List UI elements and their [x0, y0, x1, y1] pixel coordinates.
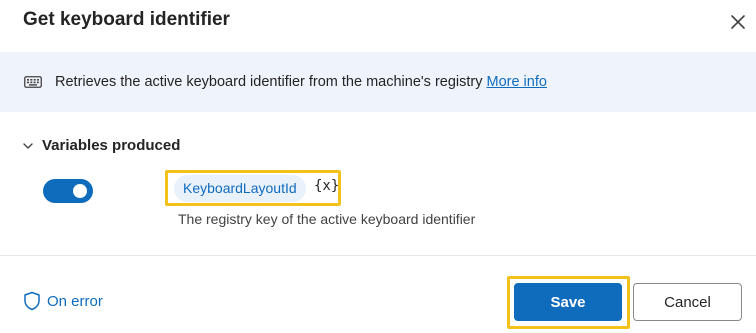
- variable-badge: {x}: [314, 178, 340, 194]
- toggle-knob: [73, 184, 87, 198]
- variable-name-pill[interactable]: KeyboardLayoutId: [174, 175, 306, 202]
- dialog-title: Get keyboard identifier: [23, 9, 230, 30]
- cancel-button[interactable]: Cancel: [633, 283, 742, 321]
- dialog: Get keyboard identifier Retrieves the ac…: [0, 0, 756, 333]
- divider: [0, 255, 756, 256]
- chevron-down-icon: [22, 140, 34, 152]
- shield-icon: [23, 291, 41, 311]
- section-label: Variables produced: [42, 137, 181, 154]
- info-text: Retrieves the active keyboard identifier…: [55, 74, 483, 90]
- save-button[interactable]: Save: [514, 283, 622, 321]
- close-icon: [731, 15, 745, 29]
- variables-section-toggle[interactable]: Variables produced: [22, 137, 180, 154]
- keyboard-icon: [24, 75, 42, 89]
- on-error-button[interactable]: On error: [23, 291, 103, 311]
- on-error-label: On error: [47, 292, 103, 310]
- variable-toggle[interactable]: [43, 179, 93, 203]
- more-info-link[interactable]: More info: [486, 74, 546, 90]
- info-banner: Retrieves the active keyboard identifier…: [0, 52, 756, 112]
- close-button[interactable]: [726, 10, 750, 34]
- variable-description: The registry key of the active keyboard …: [178, 211, 476, 227]
